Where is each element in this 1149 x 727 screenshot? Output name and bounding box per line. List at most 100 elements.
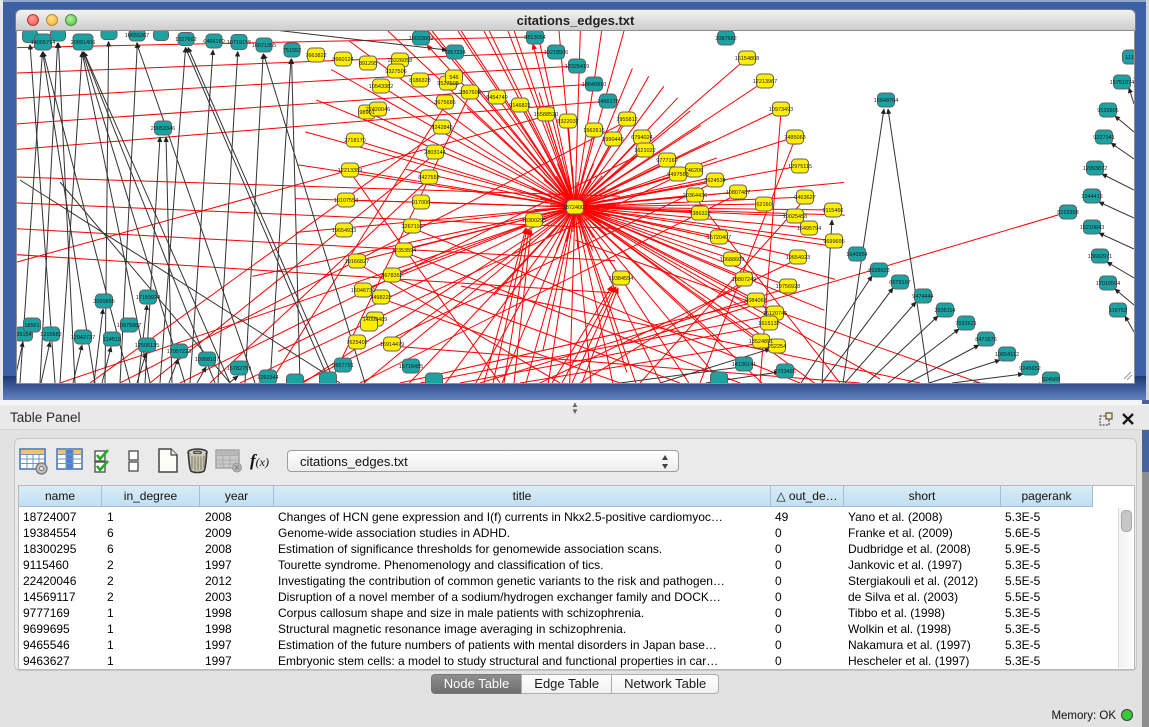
svg-text:1990448: 1990448 <box>602 137 623 143</box>
svg-text:39154: 39154 <box>17 332 32 338</box>
svg-text:7625402: 7625402 <box>346 340 367 346</box>
svg-text:12505135: 12505135 <box>135 343 159 349</box>
svg-text:19756928: 19756928 <box>776 284 800 290</box>
svg-text:1733426: 1733426 <box>774 369 795 375</box>
svg-text:14136141: 14136141 <box>732 362 756 368</box>
svg-text:10655267: 10655267 <box>125 33 149 39</box>
svg-text:20053346: 20053346 <box>151 126 175 132</box>
svg-text:8660124: 8660124 <box>332 57 353 63</box>
svg-text:8186328: 8186328 <box>409 78 430 84</box>
svg-text:15588520: 15588520 <box>534 112 558 118</box>
svg-text:3675685: 3675685 <box>434 100 455 106</box>
svg-text:19166827: 19166827 <box>345 259 369 265</box>
svg-text:12213389: 12213389 <box>338 168 362 174</box>
svg-text:1615132: 1615132 <box>758 321 779 327</box>
svg-text:3498222: 3498222 <box>370 295 391 301</box>
svg-text:10973493: 10973493 <box>769 107 793 113</box>
svg-text:917006: 917006 <box>412 200 430 206</box>
svg-text:8215958: 8215958 <box>1057 210 1078 216</box>
svg-text:10654112: 10654112 <box>995 352 1019 358</box>
svg-text:8322037: 8322037 <box>557 119 578 125</box>
svg-text:10025458: 10025458 <box>783 214 807 220</box>
svg-text:16782759: 16782759 <box>227 366 251 372</box>
svg-text:9327506: 9327506 <box>385 69 406 75</box>
svg-text:16495794: 16495794 <box>797 226 821 232</box>
svg-text:17957223: 17957223 <box>167 349 191 355</box>
svg-text:3267110: 3267110 <box>401 224 422 230</box>
svg-text:18724007: 18724007 <box>563 205 587 211</box>
svg-text:19654933: 19654933 <box>332 228 356 234</box>
svg-text:19218506: 19218506 <box>544 50 568 56</box>
svg-text:16154808: 16154808 <box>735 56 759 62</box>
svg-text:19384554: 19384554 <box>609 276 633 282</box>
svg-text:7632621: 7632621 <box>955 321 976 327</box>
svg-text:7663822: 7663822 <box>305 53 326 59</box>
svg-text:10688609: 10688609 <box>720 257 744 263</box>
svg-text:116753: 116753 <box>1109 308 1127 314</box>
svg-text:9463627: 9463627 <box>794 195 815 201</box>
svg-text:6794024: 6794024 <box>631 135 652 141</box>
svg-text:14099489: 14099489 <box>363 317 387 323</box>
svg-text:12213967: 12213967 <box>753 79 777 85</box>
svg-text:7386322: 7386322 <box>689 211 710 217</box>
svg-text:8471676: 8471676 <box>975 337 996 343</box>
svg-text:252254: 252254 <box>768 344 786 350</box>
svg-text:16671355: 16671355 <box>252 43 276 49</box>
svg-text:17159924: 17159924 <box>136 295 160 301</box>
svg-text:18501: 18501 <box>24 323 39 329</box>
svg-text:16210643: 16210643 <box>1080 225 1104 231</box>
svg-text:16648764: 16648764 <box>874 98 898 104</box>
svg-text:20891406: 20891406 <box>71 40 95 46</box>
svg-text:9084067: 9084067 <box>745 298 766 304</box>
svg-text:2087682: 2087682 <box>715 36 736 42</box>
svg-text:16914479: 16914479 <box>380 342 404 348</box>
svg-text:9699695: 9699695 <box>823 239 844 245</box>
svg-text:12093872: 12093872 <box>1083 166 1107 172</box>
svg-text:2020655: 2020655 <box>93 299 114 305</box>
svg-text:18640910: 18640910 <box>582 82 606 88</box>
svg-text:9474444: 9474444 <box>912 294 933 300</box>
svg-text:13325419: 13325419 <box>565 64 589 70</box>
svg-text:15720407: 15720407 <box>707 235 731 241</box>
svg-text:12942737: 12942737 <box>71 335 95 341</box>
svg-text:22420046: 22420046 <box>366 107 390 113</box>
svg-text:1496178: 1496178 <box>597 99 618 105</box>
svg-text:9777169: 9777169 <box>656 158 677 164</box>
svg-text:8427552: 8427552 <box>418 175 439 181</box>
svg-text:1562615: 1562615 <box>583 128 604 134</box>
svg-text:2718170: 2718170 <box>344 138 365 144</box>
svg-text:10807487: 10807487 <box>726 190 750 196</box>
svg-text:1621022: 1621022 <box>634 148 655 154</box>
svg-text:18300295: 18300295 <box>522 218 546 224</box>
svg-text:15716485: 15716485 <box>399 364 423 370</box>
svg-text:1292344: 1292344 <box>257 375 278 381</box>
svg-text:9527508: 9527508 <box>437 81 458 87</box>
svg-text:8454749: 8454749 <box>486 95 507 101</box>
svg-text:891295: 891295 <box>359 61 377 67</box>
svg-text:9245652: 9245652 <box>1019 366 1040 372</box>
svg-text:6679197: 6679197 <box>889 280 910 286</box>
svg-text:15751074: 15751074 <box>1110 80 1134 86</box>
svg-text:23226058: 23226058 <box>388 58 412 64</box>
svg-text:1244415: 1244415 <box>1081 194 1102 200</box>
svg-text:7485063: 7485063 <box>784 135 805 141</box>
svg-text:1640954: 1640954 <box>846 252 867 258</box>
svg-text:16046736: 16046736 <box>351 288 375 294</box>
svg-text:16033809: 16033809 <box>409 36 433 42</box>
svg-text:10543382: 10543382 <box>369 84 393 90</box>
svg-text:546: 546 <box>449 75 458 81</box>
svg-text:9657791: 9657791 <box>332 363 353 369</box>
svg-text:114519: 114519 <box>103 337 121 343</box>
svg-text:13692971: 13692971 <box>1088 254 1112 260</box>
svg-text:1527602: 1527602 <box>175 37 196 43</box>
svg-text:751552: 751552 <box>283 48 301 54</box>
svg-text:2935114: 2935114 <box>934 308 955 314</box>
svg-text:18807249: 18807249 <box>732 277 756 283</box>
svg-text:20364436: 20364436 <box>683 193 707 199</box>
svg-text:8678352: 8678352 <box>381 273 402 279</box>
svg-text:12975115: 12975115 <box>788 164 812 170</box>
svg-text:17010504: 17010504 <box>1096 281 1120 287</box>
svg-text:16120746: 16120746 <box>763 311 787 317</box>
svg-text:9242848: 9242848 <box>431 125 452 131</box>
svg-text:746206: 746206 <box>685 168 703 174</box>
